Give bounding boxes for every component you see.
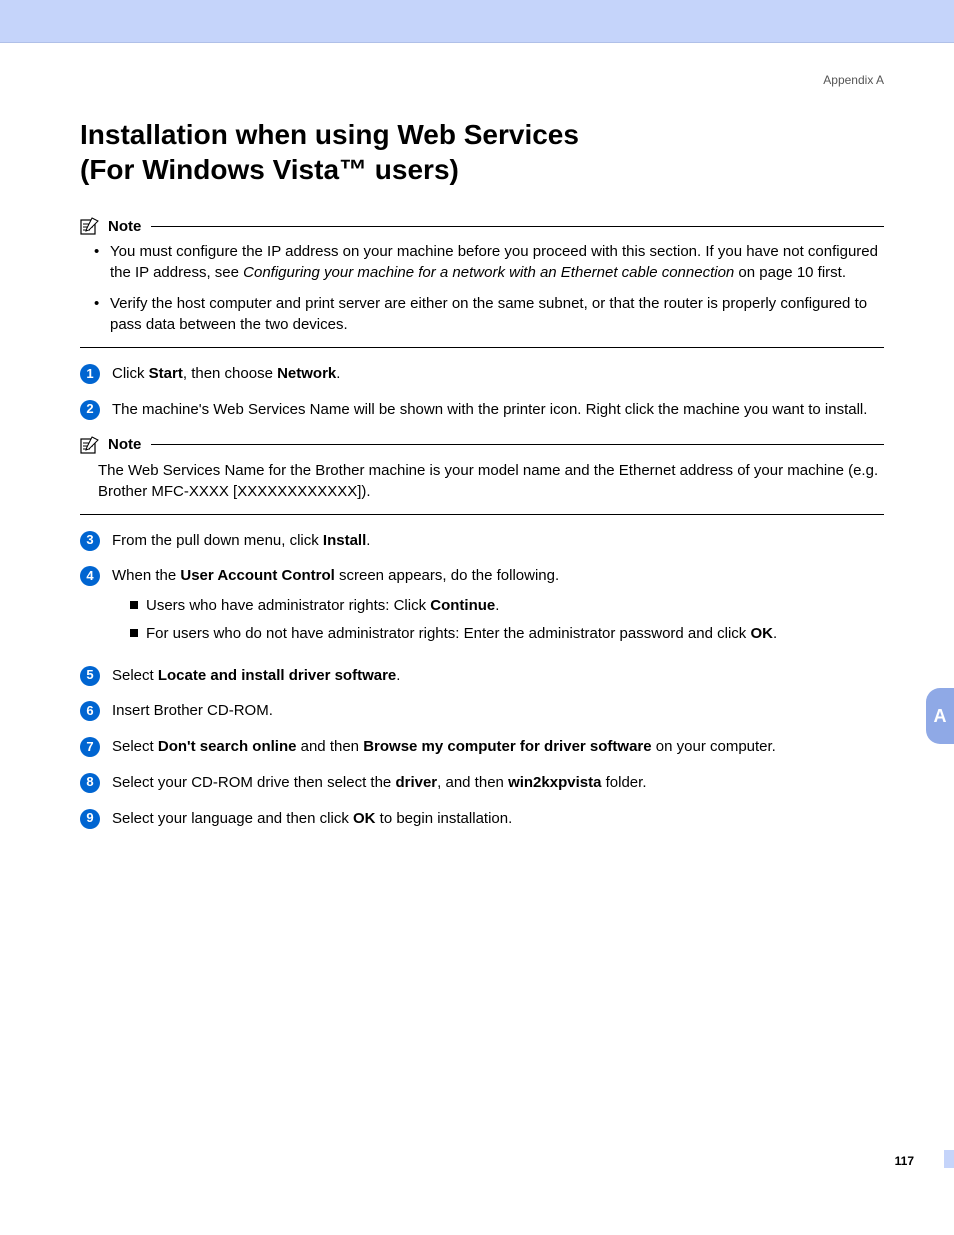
sub2-b1: OK	[750, 625, 773, 642]
note-rule	[151, 444, 884, 445]
step-1: 1 Click Start, then choose Network.	[80, 363, 884, 385]
step-body: The machine's Web Services Name will be …	[112, 399, 884, 421]
step-body: Select your CD-ROM drive then select the…	[112, 772, 884, 794]
step-number: 7	[80, 737, 100, 757]
s5-t2: .	[396, 667, 400, 684]
step-2: 2 The machine's Web Services Name will b…	[80, 399, 884, 421]
s7-t3: on your computer.	[652, 738, 776, 755]
s3-t2: .	[366, 532, 370, 549]
steps-list: 1 Click Start, then choose Network. 2 Th…	[80, 363, 884, 829]
note1-bullet-1: You must configure the IP address on you…	[98, 241, 884, 283]
note-block-2: Note The Web Services Name for the Broth…	[80, 436, 884, 515]
note1-b1-em: Configuring your machine for a network w…	[243, 264, 734, 281]
step-body: When the User Account Control screen app…	[112, 565, 884, 650]
step-body: Select Locate and install driver softwar…	[112, 665, 884, 687]
note2-text: The Web Services Name for the Brother ma…	[98, 460, 884, 502]
step-3: 3 From the pull down menu, click Install…	[80, 530, 884, 552]
page-number: 117	[895, 1154, 914, 1168]
step-body: Insert Brother CD-ROM.	[112, 700, 884, 722]
note-icon	[80, 436, 102, 454]
s4-t2: screen appears, do the following.	[335, 567, 559, 584]
note-content-1: You must configure the IP address on you…	[80, 241, 884, 348]
s7-b1: Don't search online	[158, 738, 297, 755]
page-title: Installation when using Web Services (Fo…	[80, 117, 884, 187]
s7-t1: Select	[112, 738, 158, 755]
note1-bullet-2: Verify the host computer and print serve…	[98, 293, 884, 335]
step-number: 9	[80, 809, 100, 829]
s1-t1: Click	[112, 365, 149, 382]
note-rule	[151, 226, 884, 227]
s7-b2: Browse my computer for driver software	[363, 738, 651, 755]
s4-t1: When the	[112, 567, 180, 584]
step-number: 6	[80, 701, 100, 721]
step-number: 4	[80, 566, 100, 586]
s7-t2: and then	[296, 738, 363, 755]
s4-b1: User Account Control	[180, 567, 334, 584]
s5-b1: Locate and install driver software	[158, 667, 396, 684]
s8-t2: , and then	[437, 774, 508, 791]
s8-t3: folder.	[601, 774, 646, 791]
step-4: 4 When the User Account Control screen a…	[80, 565, 884, 650]
step-body: Click Start, then choose Network.	[112, 363, 884, 385]
page-content: Appendix A Installation when using Web S…	[0, 43, 954, 829]
sub2-t2: .	[773, 625, 777, 642]
title-line-2: (For Windows Vista™ users)	[80, 154, 459, 185]
s3-t1: From the pull down menu, click	[112, 532, 323, 549]
sub2-text: For users who do not have administrator …	[146, 623, 777, 645]
appendix-label: Appendix A	[80, 73, 884, 87]
s1-b2: Network	[277, 365, 336, 382]
s9-b1: OK	[353, 810, 376, 827]
step-5: 5 Select Locate and install driver softw…	[80, 665, 884, 687]
sub1-b1: Continue	[430, 597, 495, 614]
s1-t3: .	[336, 365, 340, 382]
sub1-t1: Users who have administrator rights: Cli…	[146, 597, 430, 614]
step-number: 3	[80, 531, 100, 551]
s8-b1: driver	[395, 774, 437, 791]
note-label: Note	[108, 436, 141, 453]
step-8: 8 Select your CD-ROM drive then select t…	[80, 772, 884, 794]
title-line-1: Installation when using Web Services	[80, 119, 579, 150]
note-content-2: The Web Services Name for the Brother ma…	[80, 460, 884, 515]
bullet-square-icon	[130, 601, 138, 609]
step-6: 6 Insert Brother CD-ROM.	[80, 700, 884, 722]
appendix-side-tab: A	[926, 688, 954, 744]
note1-b1-post: on page 10 first.	[734, 264, 846, 281]
step-number: 8	[80, 773, 100, 793]
step-7: 7 Select Don't search online and then Br…	[80, 736, 884, 758]
step-number: 5	[80, 666, 100, 686]
substep-2: For users who do not have administrator …	[130, 623, 884, 645]
s9-t1: Select your language and then click	[112, 810, 353, 827]
note-block-1: Note You must configure the IP address o…	[80, 217, 884, 348]
s8-t1: Select your CD-ROM drive then select the	[112, 774, 395, 791]
substep-1: Users who have administrator rights: Cli…	[130, 595, 884, 617]
s1-b1: Start	[149, 365, 183, 382]
s9-t2: to begin installation.	[376, 810, 513, 827]
s5-t1: Select	[112, 667, 158, 684]
s3-b1: Install	[323, 532, 366, 549]
sub1-text: Users who have administrator rights: Cli…	[146, 595, 499, 617]
step-number: 1	[80, 364, 100, 384]
step-9: 9 Select your language and then click OK…	[80, 808, 884, 830]
note-header: Note	[80, 217, 884, 235]
note-label: Note	[108, 218, 141, 235]
bullet-square-icon	[130, 629, 138, 637]
s8-b2: win2kxpvista	[508, 774, 601, 791]
step-body: From the pull down menu, click Install.	[112, 530, 884, 552]
sub1-t2: .	[495, 597, 499, 614]
substeps: Users who have administrator rights: Cli…	[112, 595, 884, 645]
step-body: Select your language and then click OK t…	[112, 808, 884, 830]
top-bar	[0, 0, 954, 43]
step-body: Select Don't search online and then Brow…	[112, 736, 884, 758]
note-icon	[80, 217, 102, 235]
page-stripe	[944, 1150, 954, 1168]
note-header: Note	[80, 436, 884, 454]
step-number: 2	[80, 400, 100, 420]
sub2-t1: For users who do not have administrator …	[146, 625, 750, 642]
s1-t2: , then choose	[183, 365, 277, 382]
